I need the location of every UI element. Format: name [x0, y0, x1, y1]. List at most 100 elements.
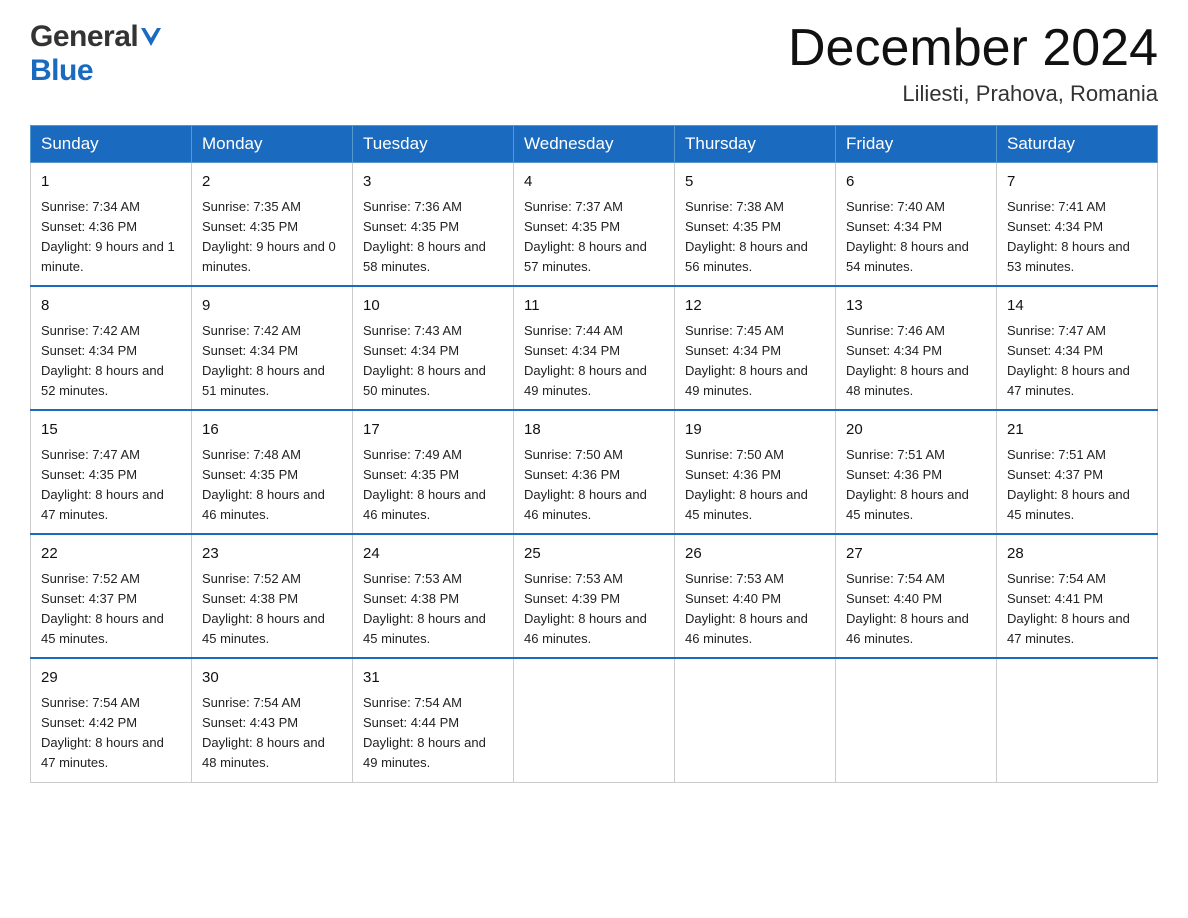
day-number: 16	[202, 419, 342, 442]
cell-info: Sunrise: 7:52 AMSunset: 4:38 PMDaylight:…	[202, 571, 325, 646]
cell-info: Sunrise: 7:54 AMSunset: 4:43 PMDaylight:…	[202, 695, 325, 770]
day-number: 7	[1007, 171, 1147, 194]
day-number: 24	[363, 543, 503, 566]
calendar-cell: 13 Sunrise: 7:46 AMSunset: 4:34 PMDaylig…	[836, 286, 997, 410]
cell-info: Sunrise: 7:46 AMSunset: 4:34 PMDaylight:…	[846, 323, 969, 398]
location-text: Liliesti, Prahova, Romania	[788, 81, 1158, 107]
day-number: 4	[524, 171, 664, 194]
calendar-cell: 5 Sunrise: 7:38 AMSunset: 4:35 PMDayligh…	[675, 163, 836, 287]
calendar-cell: 17 Sunrise: 7:49 AMSunset: 4:35 PMDaylig…	[353, 410, 514, 534]
logo-general-text: General	[30, 20, 138, 54]
day-number: 30	[202, 667, 342, 690]
calendar-cell: 30 Sunrise: 7:54 AMSunset: 4:43 PMDaylig…	[192, 658, 353, 782]
calendar-week-row: 22 Sunrise: 7:52 AMSunset: 4:37 PMDaylig…	[31, 534, 1158, 658]
day-number: 22	[41, 543, 181, 566]
cell-info: Sunrise: 7:37 AMSunset: 4:35 PMDaylight:…	[524, 199, 647, 274]
calendar-week-row: 15 Sunrise: 7:47 AMSunset: 4:35 PMDaylig…	[31, 410, 1158, 534]
day-number: 27	[846, 543, 986, 566]
weekday-header-sunday: Sunday	[31, 126, 192, 163]
day-number: 17	[363, 419, 503, 442]
cell-info: Sunrise: 7:54 AMSunset: 4:44 PMDaylight:…	[363, 695, 486, 770]
day-number: 25	[524, 543, 664, 566]
day-number: 11	[524, 295, 664, 318]
page-header: General Blue December 2024 Liliesti, Pra…	[30, 20, 1158, 107]
cell-info: Sunrise: 7:35 AMSunset: 4:35 PMDaylight:…	[202, 199, 336, 274]
logo: General Blue	[30, 20, 161, 88]
calendar-cell: 14 Sunrise: 7:47 AMSunset: 4:34 PMDaylig…	[997, 286, 1158, 410]
cell-info: Sunrise: 7:51 AMSunset: 4:36 PMDaylight:…	[846, 447, 969, 522]
day-number: 2	[202, 171, 342, 194]
day-number: 28	[1007, 543, 1147, 566]
cell-info: Sunrise: 7:38 AMSunset: 4:35 PMDaylight:…	[685, 199, 808, 274]
cell-info: Sunrise: 7:48 AMSunset: 4:35 PMDaylight:…	[202, 447, 325, 522]
day-number: 13	[846, 295, 986, 318]
cell-info: Sunrise: 7:53 AMSunset: 4:39 PMDaylight:…	[524, 571, 647, 646]
calendar-cell	[675, 658, 836, 782]
day-number: 3	[363, 171, 503, 194]
weekday-header-tuesday: Tuesday	[353, 126, 514, 163]
cell-info: Sunrise: 7:53 AMSunset: 4:40 PMDaylight:…	[685, 571, 808, 646]
calendar-cell: 31 Sunrise: 7:54 AMSunset: 4:44 PMDaylig…	[353, 658, 514, 782]
day-number: 6	[846, 171, 986, 194]
calendar-cell: 10 Sunrise: 7:43 AMSunset: 4:34 PMDaylig…	[353, 286, 514, 410]
calendar-cell: 28 Sunrise: 7:54 AMSunset: 4:41 PMDaylig…	[997, 534, 1158, 658]
calendar-cell: 9 Sunrise: 7:42 AMSunset: 4:34 PMDayligh…	[192, 286, 353, 410]
logo-blue-text: Blue	[30, 54, 93, 87]
cell-info: Sunrise: 7:54 AMSunset: 4:42 PMDaylight:…	[41, 695, 164, 770]
calendar-cell: 15 Sunrise: 7:47 AMSunset: 4:35 PMDaylig…	[31, 410, 192, 534]
day-number: 9	[202, 295, 342, 318]
cell-info: Sunrise: 7:50 AMSunset: 4:36 PMDaylight:…	[524, 447, 647, 522]
cell-info: Sunrise: 7:36 AMSunset: 4:35 PMDaylight:…	[363, 199, 486, 274]
cell-info: Sunrise: 7:40 AMSunset: 4:34 PMDaylight:…	[846, 199, 969, 274]
calendar-cell: 20 Sunrise: 7:51 AMSunset: 4:36 PMDaylig…	[836, 410, 997, 534]
day-number: 5	[685, 171, 825, 194]
calendar-cell: 16 Sunrise: 7:48 AMSunset: 4:35 PMDaylig…	[192, 410, 353, 534]
calendar-cell: 19 Sunrise: 7:50 AMSunset: 4:36 PMDaylig…	[675, 410, 836, 534]
calendar-cell: 25 Sunrise: 7:53 AMSunset: 4:39 PMDaylig…	[514, 534, 675, 658]
calendar-cell: 2 Sunrise: 7:35 AMSunset: 4:35 PMDayligh…	[192, 163, 353, 287]
calendar-cell	[997, 658, 1158, 782]
day-number: 21	[1007, 419, 1147, 442]
calendar-cell: 4 Sunrise: 7:37 AMSunset: 4:35 PMDayligh…	[514, 163, 675, 287]
weekday-header-row: SundayMondayTuesdayWednesdayThursdayFrid…	[31, 126, 1158, 163]
cell-info: Sunrise: 7:49 AMSunset: 4:35 PMDaylight:…	[363, 447, 486, 522]
day-number: 10	[363, 295, 503, 318]
day-number: 31	[363, 667, 503, 690]
calendar-cell: 1 Sunrise: 7:34 AMSunset: 4:36 PMDayligh…	[31, 163, 192, 287]
cell-info: Sunrise: 7:50 AMSunset: 4:36 PMDaylight:…	[685, 447, 808, 522]
calendar-cell: 3 Sunrise: 7:36 AMSunset: 4:35 PMDayligh…	[353, 163, 514, 287]
cell-info: Sunrise: 7:52 AMSunset: 4:37 PMDaylight:…	[41, 571, 164, 646]
cell-info: Sunrise: 7:45 AMSunset: 4:34 PMDaylight:…	[685, 323, 808, 398]
day-number: 8	[41, 295, 181, 318]
calendar-cell	[836, 658, 997, 782]
cell-info: Sunrise: 7:43 AMSunset: 4:34 PMDaylight:…	[363, 323, 486, 398]
calendar-cell: 23 Sunrise: 7:52 AMSunset: 4:38 PMDaylig…	[192, 534, 353, 658]
day-number: 26	[685, 543, 825, 566]
day-number: 18	[524, 419, 664, 442]
calendar-week-row: 29 Sunrise: 7:54 AMSunset: 4:42 PMDaylig…	[31, 658, 1158, 782]
calendar-cell: 27 Sunrise: 7:54 AMSunset: 4:40 PMDaylig…	[836, 534, 997, 658]
calendar-cell: 12 Sunrise: 7:45 AMSunset: 4:34 PMDaylig…	[675, 286, 836, 410]
weekday-header-saturday: Saturday	[997, 126, 1158, 163]
calendar-cell: 6 Sunrise: 7:40 AMSunset: 4:34 PMDayligh…	[836, 163, 997, 287]
day-number: 12	[685, 295, 825, 318]
calendar-cell: 22 Sunrise: 7:52 AMSunset: 4:37 PMDaylig…	[31, 534, 192, 658]
cell-info: Sunrise: 7:42 AMSunset: 4:34 PMDaylight:…	[202, 323, 325, 398]
cell-info: Sunrise: 7:42 AMSunset: 4:34 PMDaylight:…	[41, 323, 164, 398]
logo-arrow-icon	[141, 28, 161, 51]
weekday-header-friday: Friday	[836, 126, 997, 163]
day-number: 23	[202, 543, 342, 566]
calendar-cell: 21 Sunrise: 7:51 AMSunset: 4:37 PMDaylig…	[997, 410, 1158, 534]
calendar-cell: 29 Sunrise: 7:54 AMSunset: 4:42 PMDaylig…	[31, 658, 192, 782]
title-section: December 2024 Liliesti, Prahova, Romania	[788, 20, 1158, 107]
weekday-header-monday: Monday	[192, 126, 353, 163]
cell-info: Sunrise: 7:54 AMSunset: 4:40 PMDaylight:…	[846, 571, 969, 646]
calendar-cell: 8 Sunrise: 7:42 AMSunset: 4:34 PMDayligh…	[31, 286, 192, 410]
day-number: 29	[41, 667, 181, 690]
calendar-cell: 18 Sunrise: 7:50 AMSunset: 4:36 PMDaylig…	[514, 410, 675, 534]
day-number: 1	[41, 171, 181, 194]
calendar-cell: 26 Sunrise: 7:53 AMSunset: 4:40 PMDaylig…	[675, 534, 836, 658]
cell-info: Sunrise: 7:41 AMSunset: 4:34 PMDaylight:…	[1007, 199, 1130, 274]
calendar-cell: 7 Sunrise: 7:41 AMSunset: 4:34 PMDayligh…	[997, 163, 1158, 287]
day-number: 15	[41, 419, 181, 442]
